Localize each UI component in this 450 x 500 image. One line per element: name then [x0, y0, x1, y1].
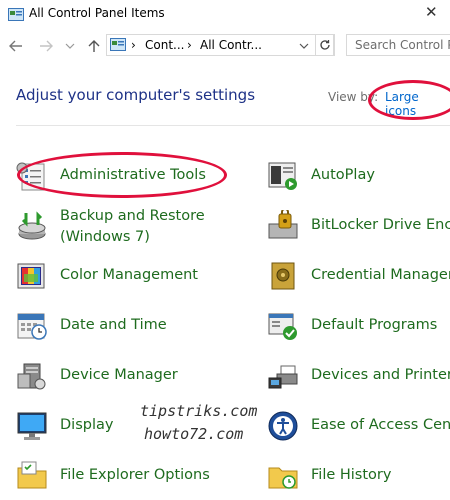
display-icon [16, 410, 48, 442]
default-programs-icon [267, 310, 299, 342]
cp-item-color-management[interactable]: Color Management [16, 260, 236, 300]
window-title: All Control Panel Items [29, 6, 165, 20]
annotation-circle [368, 80, 450, 120]
cp-item-device-manager[interactable]: Device Manager [16, 360, 236, 400]
devices-printers-icon [267, 360, 299, 392]
forward-arrow-icon[interactable] [36, 36, 56, 56]
control-panel-icon [8, 6, 24, 25]
up-arrow-icon[interactable] [84, 36, 104, 56]
address-bar[interactable]: › Cont... › All Contr... [106, 34, 334, 56]
refresh-button[interactable] [315, 34, 335, 56]
cp-item-label[interactable]: (Windows 7) [60, 227, 150, 248]
cp-item-label[interactable]: Backup and Restore [60, 206, 205, 227]
cp-item-label[interactable]: File History [311, 465, 391, 486]
control-panel-icon [110, 38, 126, 54]
breadcrumb-item[interactable]: All Contr... [200, 38, 262, 52]
annotation-circle [17, 152, 227, 198]
cp-item-label[interactable]: Ease of Access Cente [311, 415, 450, 436]
watermark: tipstriks.com [140, 402, 258, 420]
credential-manager-icon [267, 260, 299, 292]
cp-item-label[interactable]: Display [60, 415, 113, 436]
cp-item-label[interactable]: BitLocker Drive Encr [311, 215, 450, 236]
cp-item-label[interactable]: Credential Manager [311, 265, 450, 286]
file-history-icon [267, 460, 299, 492]
device-manager-icon [16, 360, 48, 392]
cp-item-date-and-time[interactable]: Date and Time [16, 310, 236, 350]
search-input[interactable]: Search Control Pa [346, 34, 450, 56]
recent-locations-icon[interactable] [60, 36, 80, 56]
cp-item-label[interactable]: Devices and Printers [311, 365, 450, 386]
file-explorer-options-icon [16, 460, 48, 492]
breadcrumb-item[interactable]: Cont... [145, 38, 184, 52]
cp-item-file-history[interactable]: File History [267, 460, 450, 500]
cp-item-label[interactable]: Device Manager [60, 365, 178, 386]
title-bar: All Control Panel Items ✕ [0, 0, 450, 26]
cp-item-label[interactable]: Date and Time [60, 315, 167, 336]
refresh-icon [320, 40, 330, 50]
cp-item-ease-of-access[interactable]: Ease of Access Cente [267, 410, 450, 450]
cp-item-label[interactable]: File Explorer Options [60, 465, 210, 486]
backup-restore-icon [16, 209, 48, 241]
close-icon[interactable]: ✕ [425, 3, 438, 21]
address-dropdown-icon[interactable] [299, 38, 309, 52]
breadcrumb-separator[interactable]: › [187, 38, 192, 52]
cp-item-default-programs[interactable]: Default Programs [267, 310, 450, 350]
watermark: howto72.com [144, 425, 244, 443]
cp-item-devices-and-printers[interactable]: Devices and Printers [267, 360, 450, 400]
color-management-icon [16, 260, 48, 292]
bitlocker-icon [267, 208, 299, 242]
cp-item-credential-manager[interactable]: Credential Manager [267, 260, 450, 300]
cp-item-backup-and-restore[interactable]: Backup and Restore (Windows 7) [16, 207, 236, 251]
cp-item-label[interactable]: AutoPlay [311, 165, 375, 186]
cp-item-label[interactable]: Default Programs [311, 315, 437, 336]
cp-item-bitlocker[interactable]: BitLocker Drive Encr [267, 208, 450, 250]
cp-item-file-explorer-options[interactable]: File Explorer Options [16, 460, 236, 500]
cp-item-autoplay[interactable]: AutoPlay [267, 160, 450, 200]
cp-item-label[interactable]: Color Management [60, 265, 198, 286]
ease-of-access-icon [267, 410, 299, 442]
back-arrow-icon[interactable] [6, 36, 26, 56]
divider [16, 125, 450, 126]
autoplay-icon [267, 160, 299, 192]
page-title: Adjust your computer's settings [16, 86, 256, 104]
breadcrumb-separator[interactable]: › [131, 38, 136, 52]
date-time-icon [16, 310, 48, 342]
